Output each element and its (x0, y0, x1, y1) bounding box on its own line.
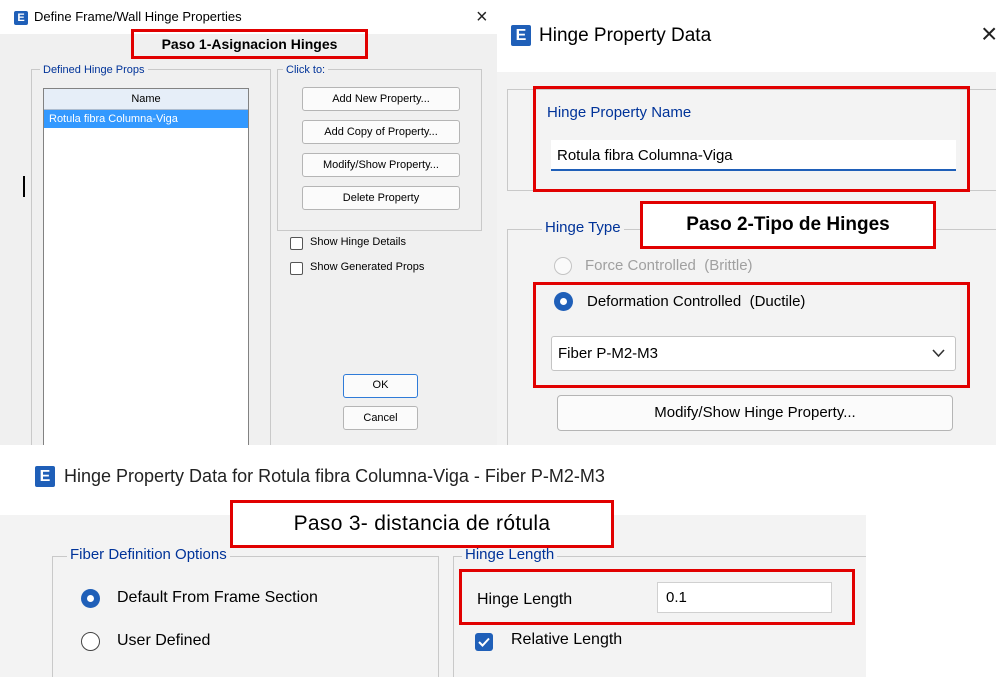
hinge-property-data-fiber-dialog: E Hinge Property Data for Rotula fibra C… (0, 445, 866, 677)
check-icon (478, 637, 490, 647)
fiber-definition-group (52, 556, 439, 677)
step-2c-highlight (533, 282, 970, 388)
delete-property-button[interactable]: Delete Property (302, 186, 460, 210)
fiber-definition-label: Fiber Definition Options (67, 545, 230, 565)
cancel-button[interactable]: Cancel (343, 406, 418, 430)
radio-dot (87, 595, 94, 602)
add-copy-property-button[interactable]: Add Copy of Property... (302, 120, 460, 144)
cursor-mark (23, 176, 25, 197)
etabs-logo-icon: E (14, 11, 28, 25)
defined-hinge-props-label: Defined Hinge Props (40, 63, 148, 77)
etabs-logo-icon: E (511, 25, 531, 46)
click-to-label: Click to: (283, 63, 329, 77)
step-2-label: Paso 2-Tipo de Hinges (643, 204, 933, 246)
window-title: Hinge Property Data for Rotula fibra Col… (64, 466, 605, 486)
list-item-selected[interactable]: Rotula fibra Columna-Viga (44, 110, 248, 128)
user-defined-label: User Defined (117, 632, 211, 649)
force-controlled-label: Force Controlled (Brittle) (585, 257, 753, 274)
default-from-frame-radio[interactable] (81, 589, 100, 608)
hinge-property-data-dialog: E Hinge Property Data × Rotula fibra Col… (497, 0, 996, 445)
modify-show-property-button[interactable]: Modify/Show Property... (302, 153, 460, 177)
window-title: Define Frame/Wall Hinge Properties (34, 9, 242, 24)
ok-button[interactable]: OK (343, 374, 418, 398)
add-new-property-button[interactable]: Add New Property... (302, 87, 460, 111)
show-generated-props-label: Show Generated Props (310, 261, 425, 273)
hinge-type-label: Hinge Type (542, 218, 624, 238)
user-defined-radio[interactable] (81, 632, 100, 651)
step-1-label: Paso 1-Asignacion Hinges (161, 36, 338, 52)
force-controlled-radio[interactable] (554, 257, 572, 275)
default-from-frame-label: Default From Frame Section (117, 589, 318, 606)
close-icon[interactable]: × (981, 20, 996, 48)
relative-length-checkbox[interactable] (475, 633, 493, 651)
relative-length-label: Relative Length (511, 631, 623, 648)
step-3-label: Paso 3- distancia de rótula (233, 503, 611, 545)
define-hinge-dialog: E Define Frame/Wall Hinge Properties × D… (0, 0, 497, 445)
show-hinge-details-label: Show Hinge Details (310, 236, 406, 248)
show-generated-props-checkbox[interactable] (290, 262, 303, 275)
etabs-logo-icon: E (35, 466, 55, 487)
hinge-property-name-label: Hinge Property Name (547, 104, 692, 121)
hinge-length-highlight (459, 569, 855, 625)
show-hinge-details-checkbox[interactable] (290, 237, 303, 250)
list-header[interactable]: Name (44, 89, 248, 110)
hinge-length-group-label: Hinge Length (462, 545, 558, 565)
step-2a-highlight (533, 86, 970, 192)
hinge-props-list[interactable]: Name Rotula fibra Columna-Viga (43, 88, 249, 445)
modify-show-hinge-property-button[interactable]: Modify/Show Hinge Property... (557, 395, 953, 431)
window-title: Hinge Property Data (539, 25, 712, 46)
close-icon[interactable]: × (476, 7, 488, 27)
